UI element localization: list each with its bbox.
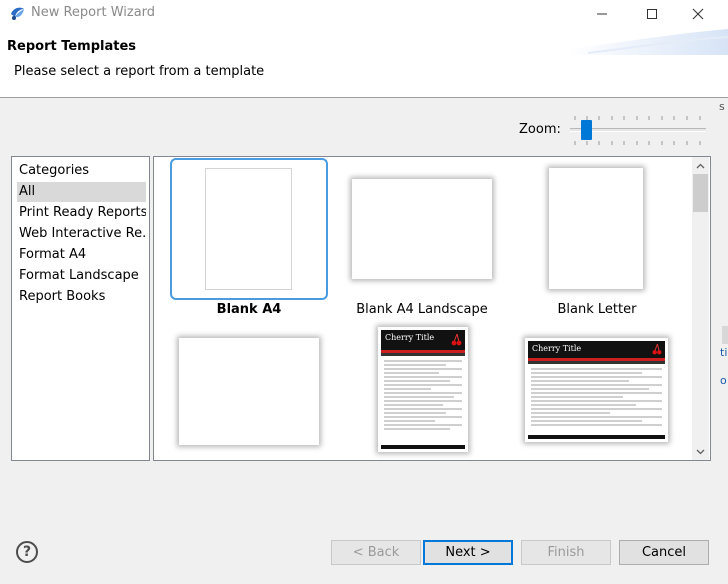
template-thumbnail	[179, 338, 319, 445]
svg-text:o: o	[720, 374, 727, 387]
cancel-button[interactable]: Cancel	[619, 540, 709, 565]
template-thumbnail	[205, 168, 292, 290]
category-item-print-ready-reports[interactable]: Print Ready Reports	[17, 203, 146, 223]
title-bar: New Report Wizard	[0, 0, 728, 27]
help-icon: ?	[22, 544, 32, 560]
close-icon	[692, 8, 704, 19]
chevron-down-icon	[696, 449, 705, 454]
svg-text:ti: ti	[720, 346, 727, 359]
template-thumbnail	[352, 179, 492, 279]
minimize-button[interactable]	[580, 0, 624, 27]
template-gallery: Blank A4 Blank A4 Landscape Blank Letter…	[153, 156, 711, 461]
template-cherry-landscape[interactable]: Cherry Title	[519, 327, 710, 460]
categories-list: Categories All Print Ready Reports Web I…	[11, 156, 150, 461]
category-item-all[interactable]: All	[17, 182, 146, 202]
header-banner-graphic	[568, 29, 728, 55]
cherry-title-bar: Cherry Title	[381, 330, 465, 350]
cherry-dark-band	[381, 353, 465, 356]
page-title: Report Templates	[7, 39, 137, 54]
template-blank-landscape-2[interactable]	[154, 327, 344, 460]
zoom-label: Zoom:	[519, 122, 561, 137]
cherry-dark-band	[528, 361, 665, 364]
maximize-button[interactable]	[630, 0, 674, 27]
cherry-report-preview: Cherry Title	[381, 330, 465, 449]
next-button[interactable]: Next >	[423, 540, 513, 565]
cherry-report-lines	[384, 360, 462, 432]
template-label: Blank A4 Landscape	[356, 302, 488, 317]
scroll-thumb[interactable]	[693, 174, 708, 212]
help-button[interactable]: ?	[16, 541, 38, 563]
gallery-scrollbar[interactable]	[692, 157, 709, 460]
cherry-footer-bar	[528, 435, 665, 439]
template-thumbnail: Cherry Title	[378, 327, 468, 452]
template-blank-a4[interactable]: Blank A4	[154, 157, 344, 327]
zoom-slider-thumb[interactable]	[581, 120, 592, 140]
cherry-title-text: Cherry Title	[385, 333, 435, 342]
svg-text:s: s	[719, 100, 725, 113]
cherry-title-bar: Cherry Title	[528, 341, 665, 358]
background-window-fragment: s ti o	[719, 100, 728, 387]
wizard-header: Report Templates Please select a report …	[0, 27, 728, 98]
template-blank-letter[interactable]: Blank Letter	[519, 157, 710, 327]
cherry-title-text: Cherry Title	[532, 344, 582, 353]
zoom-slider[interactable]	[570, 115, 706, 147]
minimize-icon	[597, 13, 607, 14]
category-item-web-interactive-reports[interactable]: Web Interactive Re...	[17, 224, 146, 244]
template-cherry-portrait[interactable]: Cherry Title	[334, 327, 534, 460]
window-title: New Report Wizard	[31, 5, 156, 20]
cherry-footer-bar	[381, 445, 465, 449]
template-thumbnail	[549, 168, 643, 289]
cherry-icon	[451, 333, 462, 346]
categories-header: Categories	[19, 163, 90, 178]
category-item-report-books[interactable]: Report Books	[17, 287, 146, 307]
template-label: Blank Letter	[557, 302, 637, 317]
scroll-up-button[interactable]	[692, 157, 709, 174]
cherry-report-preview: Cherry Title	[528, 341, 665, 439]
chevron-up-icon	[696, 163, 705, 168]
scroll-down-button[interactable]	[692, 443, 709, 460]
template-label: Blank A4	[216, 302, 282, 317]
page-description: Please select a report from a template	[14, 64, 265, 79]
close-button[interactable]	[676, 0, 720, 27]
category-item-format-landscape[interactable]: Format Landscape	[17, 266, 146, 286]
finish-button[interactable]: Finish	[521, 540, 611, 565]
back-button[interactable]: < Back	[331, 540, 421, 565]
maximize-icon	[647, 8, 657, 19]
category-item-format-a4[interactable]: Format A4	[17, 245, 146, 265]
eclipse-birt-icon	[11, 7, 24, 20]
template-thumbnail: Cherry Title	[525, 338, 668, 442]
cherry-icon	[652, 343, 662, 355]
cherry-report-lines	[531, 368, 662, 428]
